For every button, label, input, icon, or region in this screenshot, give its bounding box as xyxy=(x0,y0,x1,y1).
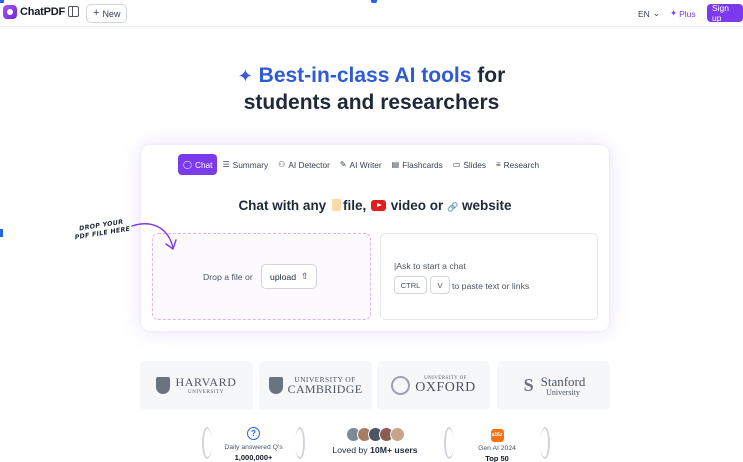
drop-text: Drop a file or xyxy=(203,272,253,282)
chatpdf-logo[interactable]: ChatPDF xyxy=(3,5,65,19)
tab-label: Flashcards xyxy=(402,159,443,170)
ctrl-key: CTRL xyxy=(394,276,427,294)
stanford-s-icon: S xyxy=(523,375,534,395)
tool-tabs: ◯ Chat ☰ Summary ⚇ AI Detector ✎ AI Writ… xyxy=(178,154,544,175)
file-drop-zone[interactable]: Drop a file or upload ⇧ xyxy=(152,233,371,320)
slides-icon: ▭ xyxy=(452,160,461,169)
tab-label: Summary xyxy=(232,159,269,170)
harvard-logo: HARVARD UNIVERSITY xyxy=(140,361,253,410)
file-icon xyxy=(331,199,341,211)
stanford-line1: Stanford xyxy=(540,373,586,389)
v-key: V xyxy=(430,276,450,294)
paste-hint: to paste text or links xyxy=(452,281,530,291)
oxford-line2: OXFORD xyxy=(415,380,476,395)
chat-with-website: website xyxy=(462,198,512,213)
top-nav: ChatPDF + New EN ⌄ ✦ Plus Sign up xyxy=(0,0,743,27)
chevron-down-icon: ⌄ xyxy=(652,8,660,18)
hero-title-line2: students and researchers xyxy=(243,91,500,114)
drop-pdf-note: DROP YOUR PDF FILE HERE xyxy=(69,217,135,243)
tab-chat[interactable]: ◯ Chat xyxy=(178,154,218,175)
laurel-left-icon xyxy=(444,427,454,459)
detector-icon: ⚇ xyxy=(278,160,286,169)
oxford-seal-icon xyxy=(391,376,411,395)
tab-label: Slides xyxy=(463,159,486,170)
tab-ai-writer[interactable]: ✎ AI Writer xyxy=(335,154,387,175)
tab-label: AI Writer xyxy=(349,159,382,170)
cards-icon: ▤ xyxy=(391,160,400,169)
gen-ai-label: Gen AI 2024 xyxy=(478,444,516,452)
top-indicator xyxy=(371,0,377,3)
link-icon: 🔗 xyxy=(447,202,459,212)
gen-ai-stat: a16z Gen AI 2024 Top 50 xyxy=(444,423,550,462)
upload-label: upload xyxy=(270,271,297,282)
sparkle-icon: ✦ xyxy=(670,8,678,18)
signup-button[interactable]: Sign up xyxy=(707,3,743,23)
language-label: EN xyxy=(638,8,650,19)
hero-accent-text: Best-in-class AI tools xyxy=(258,64,472,87)
tab-label: AI Detector xyxy=(288,159,330,170)
plus-upgrade-link[interactable]: ✦ Plus xyxy=(670,8,696,19)
hero-title-line1: ✦ Best-in-class AI tools for xyxy=(0,64,743,88)
curved-arrow-icon xyxy=(131,223,177,250)
tab-ai-detector[interactable]: ⚇ AI Detector xyxy=(273,154,335,175)
chat-placeholder: |Ask to start a chat xyxy=(394,261,466,271)
daily-answers-value: 1,000,000+ xyxy=(234,453,273,462)
sidebar-toggle-icon[interactable] xyxy=(68,6,79,17)
chat-with-video: video or xyxy=(390,198,444,213)
hero-line1-rest: for xyxy=(477,64,506,87)
pen-icon: ✎ xyxy=(339,160,347,169)
loved-prefix: Loved by xyxy=(332,445,368,455)
new-chat-button[interactable]: + New xyxy=(86,4,128,23)
list-icon: ☰ xyxy=(222,160,230,169)
gen-ai-value: Top 50 xyxy=(485,453,509,462)
language-selector[interactable]: EN ⌄ xyxy=(638,8,660,19)
avatar xyxy=(389,427,405,442)
loved-value: 10M+ users xyxy=(370,445,418,455)
laurel-right-icon xyxy=(540,427,550,459)
tab-label: Chat xyxy=(194,159,213,170)
cambridge-crest-icon xyxy=(268,377,283,394)
tab-summary[interactable]: ☰ Summary xyxy=(217,154,273,175)
user-avatars xyxy=(322,427,428,442)
research-icon: ≡ xyxy=(495,160,501,169)
oxford-logo: UNIVERSITY OF OXFORD xyxy=(377,361,490,410)
plus-label: Plus xyxy=(679,8,696,19)
chat-bubble-icon: ◯ xyxy=(183,160,192,169)
stanford-logo: S Stanford University xyxy=(497,361,610,410)
tab-slides[interactable]: ▭ Slides xyxy=(448,154,491,175)
chat-with-heading: Chat with any file, video or 🔗 website xyxy=(141,198,609,213)
chat-input-box[interactable]: |Ask to start a chat CTRL V to paste tex… xyxy=(380,233,598,320)
daily-answers-label: Daily answered Q's xyxy=(224,444,283,451)
a16z-badge-icon: a16z xyxy=(490,428,504,442)
upload-icon: ⇧ xyxy=(301,271,309,281)
youtube-icon xyxy=(371,200,386,211)
chat-placeholder-text: Ask to start a chat xyxy=(396,261,466,271)
cambridge-logo: UNIVERSITY OF CAMBRIDGE xyxy=(259,361,372,410)
tab-research[interactable]: ≡ Research xyxy=(491,154,544,175)
sparkle-icon: ✦ xyxy=(237,66,253,86)
harvard-name: HARVARD xyxy=(175,375,237,389)
laurel-left-icon xyxy=(202,427,212,459)
corner-indicator xyxy=(0,0,4,3)
harvard-sub: UNIVERSITY xyxy=(188,390,224,395)
upload-button[interactable]: upload ⇧ xyxy=(261,264,318,289)
daily-answers-stat: ? Daily answered Q's 1,000,000+ xyxy=(202,423,305,462)
tool-card: ◯ Chat ☰ Summary ⚇ AI Detector ✎ AI Writ… xyxy=(141,145,609,331)
plus-icon: + xyxy=(93,7,100,19)
users-stat: Loved by 10M+ users xyxy=(322,423,428,455)
tab-flashcards[interactable]: ▤ Flashcards xyxy=(387,154,448,175)
brand-name: ChatPDF xyxy=(20,6,66,18)
new-chat-label: New xyxy=(102,8,121,19)
left-indicator xyxy=(0,229,3,237)
chat-with-file: file, xyxy=(342,198,367,213)
chat-with-prefix: Chat with any xyxy=(238,198,327,213)
tab-label: Research xyxy=(503,159,540,170)
laurel-right-icon xyxy=(295,427,305,459)
cambridge-line2: CAMBRIDGE xyxy=(287,382,363,397)
harvard-crest-icon xyxy=(156,377,171,394)
stanford-line2: University xyxy=(546,387,580,397)
chatpdf-logo-icon xyxy=(3,5,17,19)
loved-by-text: Loved by 10M+ users xyxy=(322,445,428,455)
question-icon: ? xyxy=(247,427,260,440)
